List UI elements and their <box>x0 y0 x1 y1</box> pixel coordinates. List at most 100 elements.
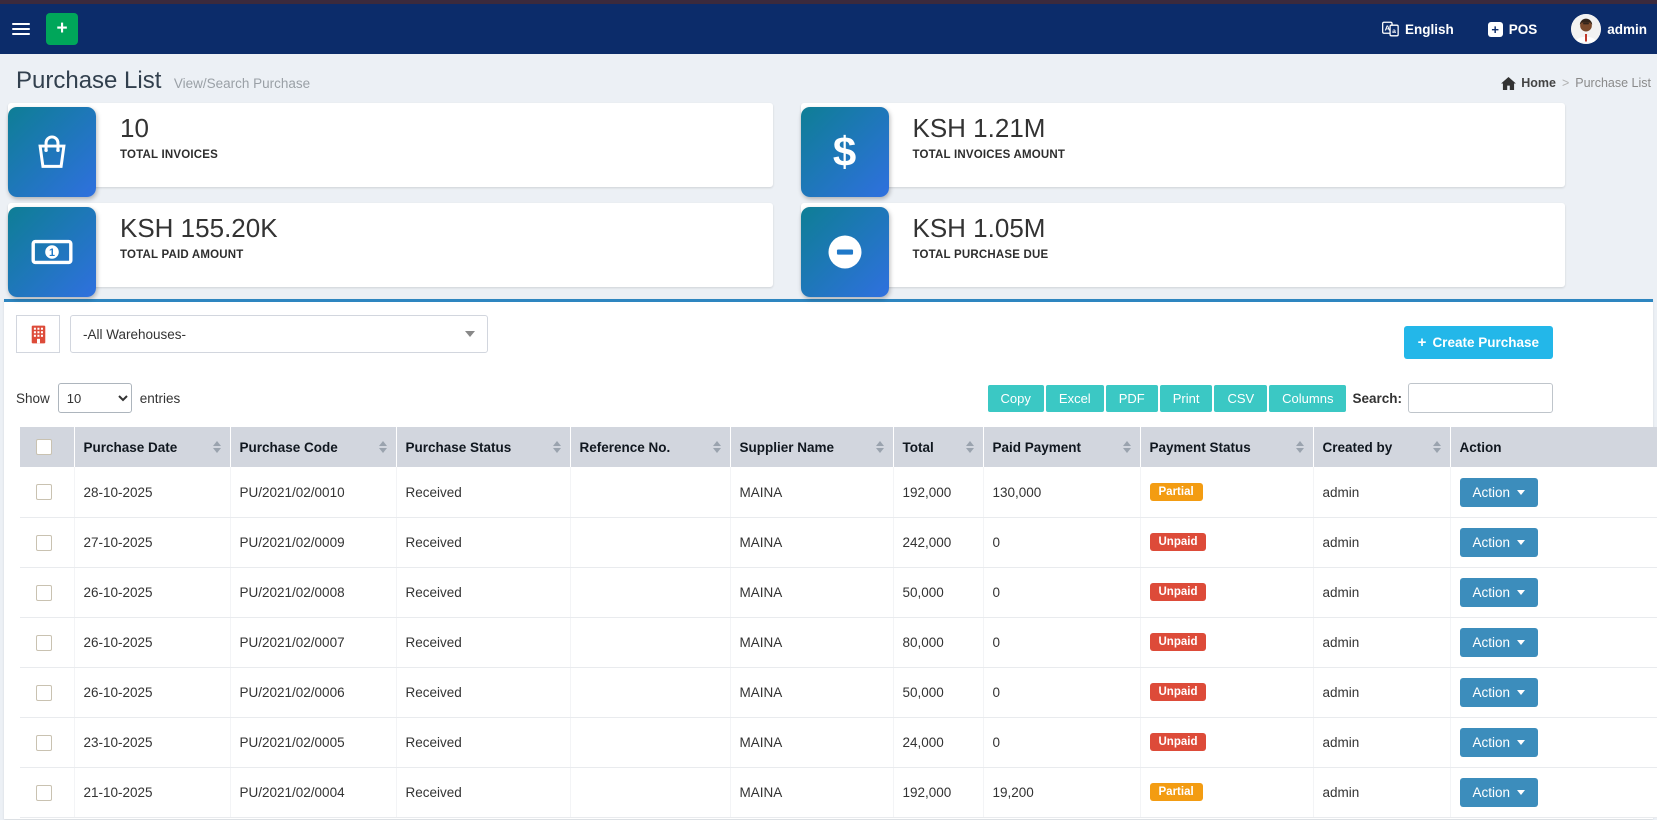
action-dropdown-button[interactable]: Action <box>1459 527 1539 557</box>
purchase-date-cell: 26-10-2025 <box>74 567 231 618</box>
status-badge: Partial <box>1149 483 1203 502</box>
table-row: 28-10-2025 PU/2021/02/0010 Received MAIN… <box>20 467 1657 518</box>
hamburger-menu-icon[interactable] <box>4 9 38 49</box>
row-checkbox[interactable] <box>36 634 52 651</box>
show-label: Show <box>16 390 50 406</box>
quick-add-button[interactable]: + <box>46 13 78 45</box>
created-by-cell: admin <box>1313 567 1451 618</box>
action-dropdown-button[interactable]: Action <box>1459 627 1539 657</box>
caret-down-icon <box>1517 739 1526 745</box>
payment-status-cell: Partial <box>1140 467 1314 518</box>
total-cell: 50,000 <box>893 667 984 718</box>
col-reference-no[interactable]: Reference No. <box>569 427 730 468</box>
action-dropdown-button[interactable]: Action <box>1459 777 1539 807</box>
banknote-icon: 1 <box>8 207 96 297</box>
user-menu[interactable]: admin <box>1571 14 1647 44</box>
stat-value: 10 <box>120 113 149 143</box>
stat-label: TOTAL INVOICES AMOUNT <box>912 148 1066 161</box>
supplier-name-cell: MAINA <box>730 617 894 668</box>
action-cell: Action <box>1450 717 1657 768</box>
pos-menu[interactable]: + POS <box>1487 21 1537 37</box>
purchase-list-panel: -All Warehouses- + Create Purchase Show … <box>4 299 1657 819</box>
warehouse-filter-group: -All Warehouses- <box>16 315 488 353</box>
supplier-name-cell: MAINA <box>730 467 894 518</box>
col-paid-payment[interactable]: Paid Payment <box>982 427 1140 468</box>
sort-icon <box>965 441 974 454</box>
content-header: Purchase List View/Search Purchase Home … <box>0 54 1657 101</box>
stat-label: TOTAL PURCHASE DUE <box>912 248 1049 261</box>
caret-down-icon <box>1517 789 1526 795</box>
search-input[interactable] <box>1408 383 1553 413</box>
chevron-down-icon <box>465 331 475 337</box>
created-by-cell: admin <box>1313 667 1451 718</box>
row-checkbox[interactable] <box>36 534 52 551</box>
reference-no-cell <box>570 467 731 518</box>
col-action: Action <box>1449 427 1657 468</box>
create-purchase-button[interactable]: + Create Purchase <box>1403 326 1553 359</box>
action-cell: Action <box>1450 667 1657 718</box>
pdf-button[interactable]: PDF <box>1105 384 1158 412</box>
created-by-cell: admin <box>1313 467 1451 518</box>
breadcrumb-home-link[interactable]: Home <box>1501 76 1556 90</box>
user-label: admin <box>1607 21 1647 37</box>
svg-text:1: 1 <box>49 247 55 259</box>
page-length-select[interactable]: 10 <box>57 383 132 413</box>
table-controls-row: Show 10 entries Copy Excel PDF Print CSV… <box>4 383 1653 413</box>
purchase-table-body: 28-10-2025 PU/2021/02/0010 Received MAIN… <box>20 467 1657 818</box>
row-checkbox[interactable] <box>36 734 52 751</box>
col-purchase-date[interactable]: Purchase Date <box>73 427 230 468</box>
avatar <box>1571 14 1602 44</box>
stat-value: KSH 1.21M <box>912 113 1046 143</box>
total-cell: 80,000 <box>893 617 984 668</box>
supplier-name-cell: MAINA <box>730 517 894 568</box>
row-checkbox[interactable] <box>36 684 52 701</box>
svg-text:a: a <box>1392 28 1396 35</box>
col-supplier-name[interactable]: Supplier Name <box>729 427 893 468</box>
table-row: 26-10-2025 PU/2021/02/0008 Received MAIN… <box>20 567 1657 618</box>
payment-status-cell: Partial <box>1140 767 1314 818</box>
csv-button[interactable]: CSV <box>1214 384 1268 412</box>
purchase-date-cell: 27-10-2025 <box>74 517 231 568</box>
building-icon <box>31 325 45 343</box>
language-label: English <box>1404 21 1454 37</box>
language-menu[interactable]: A a English <box>1381 21 1454 37</box>
action-dropdown-button[interactable]: Action <box>1459 727 1539 757</box>
stat-card-total-invoices: 10 TOTAL INVOICES <box>8 103 773 197</box>
excel-button[interactable]: Excel <box>1045 384 1104 412</box>
payment-status-cell: Unpaid <box>1140 567 1314 618</box>
stat-label: TOTAL INVOICES <box>120 148 219 161</box>
col-purchase-code[interactable]: Purchase Code <box>229 427 396 468</box>
purchase-status-cell: Received <box>396 517 571 568</box>
row-checkbox[interactable] <box>36 484 52 501</box>
reference-no-cell <box>570 567 731 618</box>
row-select-cell <box>20 467 75 518</box>
col-payment-status[interactable]: Payment Status <box>1139 427 1313 468</box>
col-purchase-status[interactable]: Purchase Status <box>395 427 570 468</box>
action-dropdown-button[interactable]: Action <box>1459 477 1539 507</box>
sort-icon <box>212 441 221 454</box>
columns-button[interactable]: Columns <box>1269 384 1347 412</box>
entries-label: entries <box>139 390 181 406</box>
warehouse-select[interactable]: -All Warehouses- <box>70 315 488 353</box>
print-button[interactable]: Print <box>1159 384 1213 412</box>
status-badge: Partial <box>1149 783 1203 802</box>
copy-button[interactable]: Copy <box>987 384 1044 412</box>
table-row: 26-10-2025 PU/2021/02/0007 Received MAIN… <box>20 617 1657 668</box>
select-all-checkbox[interactable] <box>36 439 52 456</box>
row-checkbox[interactable] <box>36 784 52 801</box>
action-dropdown-button[interactable]: Action <box>1459 677 1539 707</box>
stat-card-total-purchase-due: KSH 1.05M TOTAL PURCHASE DUE <box>800 203 1565 297</box>
supplier-name-cell: MAINA <box>730 667 894 718</box>
caret-down-icon <box>1517 689 1526 695</box>
col-created-by[interactable]: Created by <box>1312 427 1450 468</box>
stats-grid: 10 TOTAL INVOICES $ KSH 1.21M TOTAL INVO… <box>8 103 1565 297</box>
payment-status-cell: Unpaid <box>1140 717 1314 768</box>
purchase-date-cell: 26-10-2025 <box>74 667 231 718</box>
select-all-header <box>20 427 74 468</box>
action-dropdown-button[interactable]: Action <box>1459 577 1539 607</box>
col-total[interactable]: Total <box>892 427 983 468</box>
status-badge: Unpaid <box>1149 683 1207 702</box>
created-by-cell: admin <box>1313 767 1451 818</box>
row-checkbox[interactable] <box>36 584 52 601</box>
table-row: 23-10-2025 PU/2021/02/0005 Received MAIN… <box>20 717 1657 768</box>
